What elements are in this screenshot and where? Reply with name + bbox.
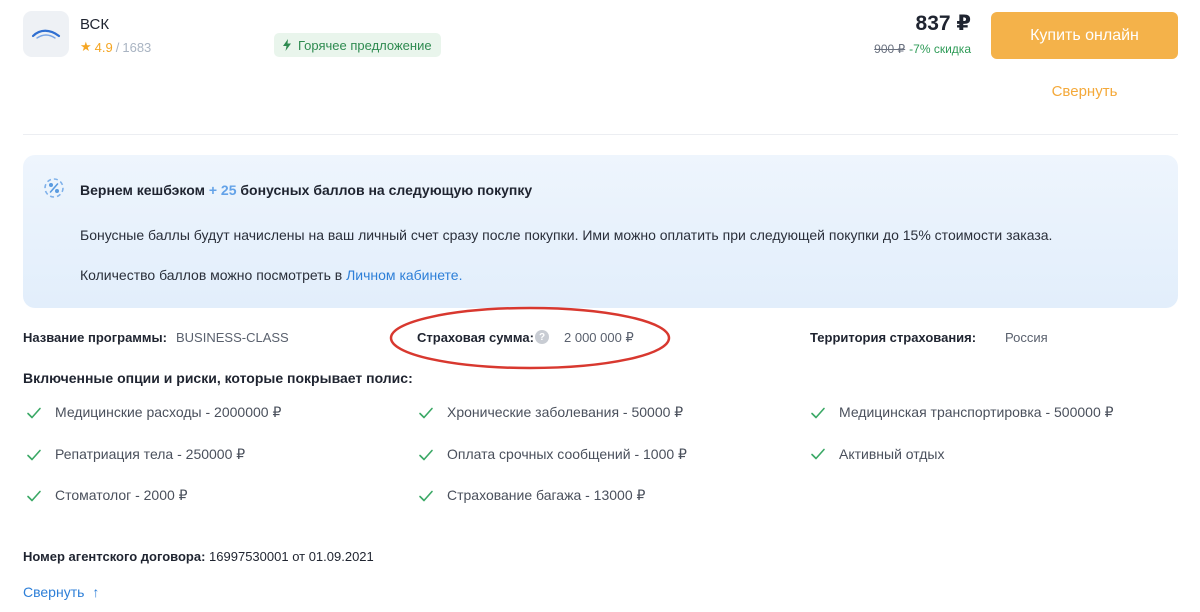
company-name: ВСК [80,16,110,33]
option-label: Стоматолог - 2000 ₽ [55,487,188,503]
rating: ★ 4.9 / 1683 [80,39,151,55]
agent-contract-label: Номер агентского договора: [23,549,206,564]
cashback-account-note: Количество баллов можно посмотреть в Лич… [80,267,462,283]
rating-value: 4.9 [94,39,113,55]
option-item: Репатриация тела - 250000 ₽ [26,446,245,463]
hot-offer-label: Горячее предложение [298,37,432,53]
cashback-title-suffix: бонусных баллов на следующую покупку [240,182,533,198]
check-icon [419,449,433,460]
option-item: Стоматолог - 2000 ₽ [26,487,188,504]
program-name-value: BUSINESS-CLASS [176,330,289,345]
cashback-description: Бонусные баллы будут начислены на ваш ли… [80,227,1053,243]
options-title: Включенные опции и риски, которые покрыв… [23,370,413,386]
check-icon [811,407,825,418]
option-label: Медицинская транспортировка - 500000 ₽ [839,404,1114,420]
personal-account-link[interactable]: Личном кабинете. [346,267,462,283]
collapse-details-label: Свернуть [23,584,85,600]
option-label: Хронические заболевания - 50000 ₽ [447,404,684,420]
collapse-details-link[interactable]: Свернуть ↑ [23,584,99,600]
agent-contract-row: Номер агентского договора: 16997530001 о… [23,549,374,564]
option-label: Страхование багажа - 13000 ₽ [447,487,646,503]
price: 837 ₽ [915,12,971,35]
star-icon: ★ [80,39,92,54]
territory-value: Россия [1005,330,1048,345]
hot-offer-badge: Горячее предложение [274,33,441,57]
check-icon [27,407,41,418]
option-item: Медицинские расходы - 2000000 ₽ [26,404,281,421]
cashback-account-text: Количество баллов можно посмотреть в [80,267,343,283]
vsk-logo-icon [31,29,61,39]
help-icon[interactable]: ? [535,330,549,344]
rating-separator: / [115,39,120,55]
option-item: Медицинская транспортировка - 500000 ₽ [810,404,1114,421]
check-icon [27,490,41,501]
option-label: Активный отдых [839,446,945,462]
divider [23,134,1178,135]
option-label: Оплата срочных сообщений - 1000 ₽ [447,446,687,462]
buy-online-button[interactable]: Купить онлайн [991,12,1178,59]
option-label: Медицинские расходы - 2000000 ₽ [55,404,282,420]
cashback-bonus-amount: + 25 [208,182,237,198]
check-icon [811,448,825,460]
old-price: 900 ₽ [874,42,906,56]
option-item: Оплата срочных сообщений - 1000 ₽ [418,446,687,463]
discount-row: 900 ₽ -7% скидка [874,42,971,56]
cashback-percent-icon [44,178,64,198]
option-item: Хронические заболевания - 50000 ₽ [418,404,683,421]
option-label: Репатриация тела - 250000 ₽ [55,446,246,462]
cashback-panel: Вернем кешбэком + 25 бонусных баллов на … [23,155,1178,308]
discount-label: -7% скидка [909,42,971,56]
check-icon [27,449,41,460]
reviews-count: 1683 [122,39,152,55]
territory-label: Территория страхования: [810,330,977,345]
option-item: Активный отдых [810,446,944,462]
check-icon [419,407,433,418]
insured-sum-label: Страховая сумма: [417,330,534,345]
company-logo [23,11,69,57]
program-name-label: Название программы: [23,330,167,345]
collapse-offer-link[interactable]: Свернуть [991,83,1178,100]
check-icon [419,490,433,501]
agent-contract-value: 16997530001 от 01.09.2021 [209,549,374,564]
cashback-title-prefix: Вернем кешбэком [80,182,205,198]
insured-sum-value: 2 000 000 ₽ [564,330,634,345]
arrow-up-icon: ↑ [92,584,100,600]
option-item: Страхование багажа - 13000 ₽ [418,487,645,504]
lightning-icon [283,39,291,51]
cashback-title: Вернем кешбэком + 25 бонусных баллов на … [80,182,532,198]
